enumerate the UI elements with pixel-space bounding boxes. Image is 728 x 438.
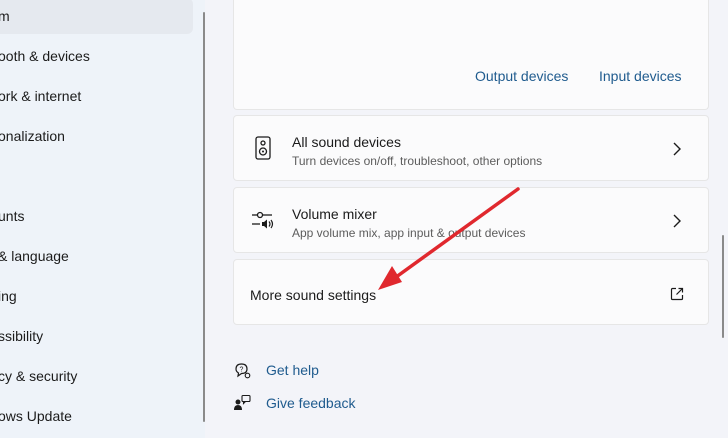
give-feedback-label: Give feedback [266,395,356,411]
sidebar-item-network-internet[interactable]: ork & internet [0,78,193,114]
sidebar-item-label: ork & internet [0,88,82,104]
chevron-right-icon [673,142,681,156]
volume-mixer-icon [252,211,274,229]
get-help-icon: ? [235,363,251,379]
sidebar-item-bluetooth-devices[interactable]: ooth & devices [0,38,193,74]
external-link-icon [670,287,684,301]
input-devices-link[interactable]: Input devices [599,68,682,84]
get-help-label: Get help [266,362,319,378]
volume-mixer-row[interactable]: Volume mixer App volume mix, app input &… [233,187,709,253]
sidebar-scrollbar[interactable] [203,12,205,422]
main-scrollbar[interactable] [722,235,724,338]
sidebar: m ooth & devices ork & internet onalizat… [0,0,205,438]
output-devices-link[interactable]: Output devices [475,68,568,84]
sidebar-item-privacy-security[interactable]: cy & security [0,358,193,394]
sidebar-item-label: ows Update [0,408,72,424]
more-sound-settings-title: More sound settings [250,287,377,303]
svg-text:?: ? [240,367,244,374]
sidebar-item-label: cy & security [0,368,78,384]
output-card: Output devices Input devices [233,0,709,110]
give-feedback-icon [234,394,251,410]
all-sound-devices-title: All sound devices [292,134,401,150]
sidebar-item-accounts[interactable]: unts [0,198,193,234]
sidebar-item-personalization[interactable]: onalization [0,118,193,154]
sidebar-item-label: onalization [0,128,65,144]
volume-mixer-title: Volume mixer [292,206,377,222]
all-sound-devices-row[interactable]: All sound devices Turn devices on/off, t… [233,115,709,181]
chevron-right-icon [673,214,681,228]
sidebar-item-label: ssibility [0,328,44,344]
more-sound-settings-row[interactable]: More sound settings [233,259,709,325]
sidebar-item-label: ing [0,288,17,304]
sidebar-item-gaming[interactable]: ing [0,278,193,314]
sidebar-item-time-language[interactable]: & language [0,238,193,274]
sidebar-item-label: ooth & devices [0,48,90,64]
volume-mixer-subtitle: App volume mix, app input & output devic… [292,226,526,240]
sidebar-item-system[interactable]: m [0,0,193,34]
give-feedback-link[interactable]: Give feedback [233,392,356,414]
sidebar-item-apps[interactable] [0,158,193,194]
sidebar-item-label: unts [0,208,25,224]
sidebar-item-windows-update[interactable]: ows Update [0,398,193,434]
get-help-link[interactable]: ? Get help [233,359,319,381]
sidebar-item-label: & language [0,248,69,264]
sidebar-item-label: m [0,8,10,24]
all-sound-devices-subtitle: Turn devices on/off, troubleshoot, other… [292,154,543,168]
sidebar-item-accessibility[interactable]: ssibility [0,318,193,354]
speaker-icon [255,136,271,160]
